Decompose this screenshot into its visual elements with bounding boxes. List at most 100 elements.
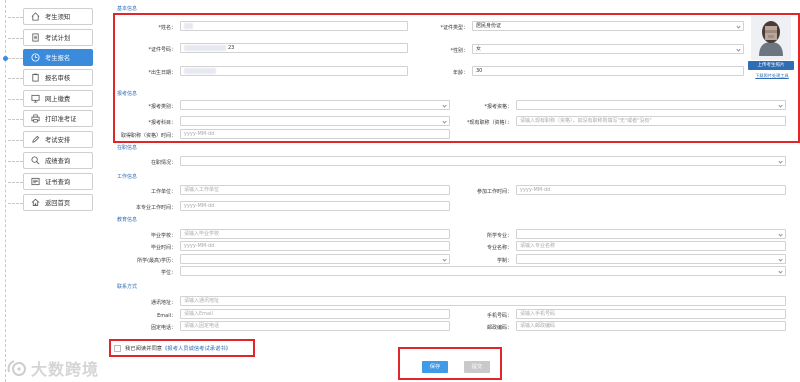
school-system-label: 学制： (496, 258, 512, 264)
agreement-link[interactable]: 《报考人员诚信考试承诺书》 (162, 344, 231, 352)
mobile-label: 手机号码： (486, 313, 512, 319)
phone-label: 固定电话： (150, 325, 176, 331)
major-select[interactable] (516, 229, 786, 239)
agreement-checkbox[interactable] (114, 344, 121, 352)
sidebar-item-home[interactable]: 返回首页 (23, 194, 93, 211)
document-icon (30, 33, 40, 43)
birth-label: *出生日期： (148, 70, 176, 76)
sidebar-item-payment[interactable]: 网上缴费 (23, 90, 93, 107)
connector (8, 182, 23, 183)
employment-status-select[interactable] (180, 156, 786, 166)
postcode-field[interactable]: 请输入邮政编码 (516, 321, 786, 331)
sidebar-item-label: 打印准考证 (45, 116, 77, 123)
connector (8, 119, 23, 120)
connector (8, 161, 23, 162)
exam-subject-select[interactable] (180, 116, 450, 126)
major-name-label: 专业名称： (486, 245, 512, 251)
download-tool-link[interactable]: 下载照片处理工具 (746, 73, 798, 79)
employment-status-label: 在职情况： (150, 160, 176, 166)
obtain-date-label: 取得职称（资格）时间： (120, 133, 176, 139)
certificate-icon (30, 177, 40, 187)
exam-subject-label: *报考科目： (148, 120, 176, 126)
sidebar-item-plan[interactable]: 考试计划 (23, 29, 93, 46)
save-button[interactable]: 保存 (422, 361, 448, 373)
name-field[interactable] (180, 21, 408, 31)
academic-degree-select[interactable] (180, 266, 786, 276)
gender-label: *性别： (450, 48, 468, 54)
section-title-contact: 联系方式 (117, 284, 138, 290)
work-start-field[interactable]: yyyy-MM-dd (516, 185, 786, 195)
search-icon (30, 156, 40, 166)
exam-category-label: *报考类别： (148, 104, 176, 110)
section-title-work: 工作信息 (117, 174, 138, 180)
grad-date-field[interactable]: yyyy-MM-dd (180, 241, 450, 251)
degree-select[interactable] (180, 254, 450, 264)
sidebar-item-label: 考生报名 (45, 55, 71, 62)
upload-photo-button[interactable]: 上传考生照片 (748, 61, 794, 70)
connector (8, 58, 23, 59)
mobile-field[interactable]: 请输入手机号码 (516, 309, 786, 319)
registration-form: 基本信息 *姓名： *证件类型： 居民身份证 *证件号码： 23 *性别： 女 … (104, 0, 800, 382)
watermark-text: 大数跨境 (31, 360, 100, 379)
school-system-select[interactable] (516, 254, 786, 264)
printer-icon (30, 114, 40, 124)
qualification-select[interactable] (516, 100, 786, 110)
address-field[interactable]: 请输入通讯地址 (180, 296, 786, 306)
clipboard-icon (30, 73, 40, 83)
id-number-label: *证件号码： (148, 47, 176, 53)
sidebar-item-review[interactable]: 报名审核 (23, 69, 93, 86)
age-label: 年龄： (452, 70, 468, 76)
address-label: 通讯地址： (150, 300, 176, 306)
academic-degree-label: 学位： (160, 270, 176, 276)
sidebar-item-score[interactable]: 成绩查询 (23, 152, 93, 169)
watermark-icon (7, 360, 26, 376)
sidebar-item-notice[interactable]: 考生须知 (23, 8, 93, 25)
sidebar-item-label: 证书查询 (45, 179, 71, 186)
name-label: *姓名： (158, 25, 176, 31)
sidebar-item-certificate[interactable]: 证书查询 (23, 173, 93, 190)
school-field[interactable]: 请输入毕业学校 (180, 229, 450, 239)
email-field[interactable]: 请输入Email (180, 309, 450, 319)
sidebar: 考生须知 考试计划 考生报名 报名审核 网上缴费 打印准考证 考试安排 成绩查询… (0, 0, 100, 382)
watermark-logo: 大数跨境 (6, 356, 99, 380)
sidebar-item-label: 报名审核 (45, 75, 71, 82)
grad-date-label: 毕业时间： (150, 245, 176, 251)
submit-button[interactable]: 提交 (464, 361, 490, 373)
sidebar-item-print-ticket[interactable]: 打印准考证 (23, 110, 93, 127)
email-label: Email： (157, 313, 176, 319)
agreement-row: 我已阅读并同意 《报考人员诚信考试承诺书》 (114, 344, 231, 352)
gender-select[interactable]: 女 (472, 44, 744, 54)
degree-label: 所学(最高)学历： (137, 258, 176, 264)
connector (8, 99, 23, 100)
avatar (751, 16, 791, 60)
sidebar-item-label: 返回首页 (45, 200, 71, 207)
connector (8, 78, 23, 79)
connector (8, 38, 23, 39)
sidebar-item-label: 考生须知 (45, 14, 71, 21)
sidebar-item-register[interactable]: 考生报名 (23, 49, 93, 66)
major-name-field[interactable]: 请输入专业名称 (516, 241, 786, 251)
pencil-icon (30, 135, 40, 145)
clock-icon (30, 53, 40, 63)
connector (8, 17, 23, 18)
obtain-date-field[interactable]: yyyy-MM-dd (180, 129, 450, 139)
monitor-icon (30, 94, 40, 104)
id-number-field[interactable]: 23 (180, 43, 408, 53)
major-work-time-field[interactable]: yyyy-MM-dd (180, 201, 450, 211)
home-icon (30, 12, 40, 22)
current-title-field[interactable]: 请输入现有职称（资格），如没有职称则填写"无"或者"没有" (516, 116, 786, 126)
agreement-text: 我已阅读并同意 (125, 346, 163, 352)
sidebar-item-schedule[interactable]: 考试安排 (23, 131, 93, 148)
phone-field[interactable]: 请输入固定电话 (180, 321, 450, 331)
sidebar-item-label: 考试安排 (45, 137, 71, 144)
age-field[interactable]: 30 (472, 66, 744, 76)
school-label: 毕业学校： (150, 233, 176, 239)
major-work-time-label: 本专业工作时间： (135, 205, 176, 211)
section-title-employment: 在职信息 (117, 145, 138, 151)
qualification-label: *报考资格： (484, 104, 512, 110)
birth-field[interactable] (180, 66, 408, 76)
exam-category-select[interactable] (180, 100, 450, 110)
id-type-select[interactable]: 居民身份证 (472, 21, 744, 31)
section-title-exam: 报考信息 (117, 91, 138, 97)
work-unit-field[interactable]: 请输入工作单位 (180, 185, 450, 195)
